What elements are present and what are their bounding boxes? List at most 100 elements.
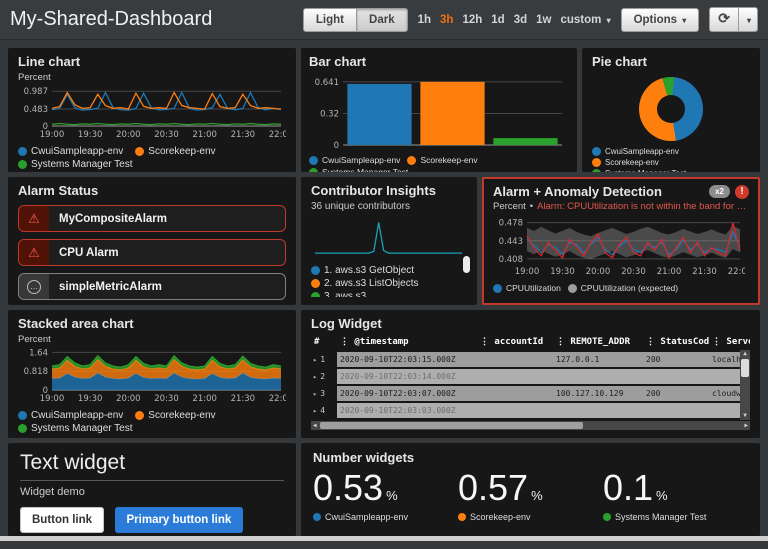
log-row-cells: 2020-09-10T22:03:15.000Z127.0.0.1200loca…	[337, 352, 750, 367]
theme-light-button[interactable]: Light	[303, 8, 357, 32]
legend-item[interactable]: Systems Manager Test	[309, 167, 408, 172]
log-row[interactable]: ▸22020-09-10T22:03:14.000Z	[311, 369, 750, 384]
scroll-left-icon[interactable]: ◀	[311, 422, 319, 429]
range-3h[interactable]: 3h	[440, 14, 453, 26]
svg-text:21:30: 21:30	[231, 130, 256, 139]
log-cell: 2020-09-10T22:03:15.000Z	[337, 355, 477, 364]
legend-dot	[603, 513, 611, 521]
log-row[interactable]: ▸12020-09-10T22:03:15.000Z127.0.0.1200lo…	[311, 352, 750, 367]
legend-item[interactable]: CwuiSampleapp-env	[592, 147, 679, 156]
legend-dot	[592, 158, 601, 167]
legend-item[interactable]: Systems Manager Test	[592, 169, 686, 172]
vertical-scrollbar-thumb[interactable]	[741, 359, 749, 377]
chart-legend: CwuiSampleapp-env Scorekeep-env Systems Ma…	[309, 155, 569, 172]
primary-button-link[interactable]: Primary button link	[115, 507, 244, 533]
chevron-down-icon: ▾	[747, 16, 751, 25]
alarm-row-simple-metric[interactable]: … simpleMetricAlarm	[18, 273, 286, 300]
metric-label: CwuiSampleapp-env	[325, 512, 408, 522]
expand-row-icon[interactable]: ▸	[313, 356, 317, 364]
row-number: 1	[320, 355, 325, 364]
options-label: Options	[634, 14, 677, 26]
chart-legend: CwuiSampleapp-env Scorekeep-envSystems Ma…	[18, 410, 286, 434]
row-index[interactable]: ▸1	[311, 352, 337, 367]
range-1d[interactable]: 1d	[491, 14, 504, 26]
legend-item[interactable]: CPUUtilization (expected)	[568, 283, 678, 293]
legend-item[interactable]: Scorekeep-env	[135, 410, 215, 421]
horizontal-scrollbar-thumb[interactable]	[320, 422, 583, 429]
options-button[interactable]: Options ▾	[621, 8, 700, 32]
refresh-options-button[interactable]: ▾	[738, 7, 758, 32]
column-header-timestamp[interactable]: ⋮ @timestamp	[337, 337, 477, 347]
scroll-down-icon[interactable]: ▼	[743, 412, 747, 420]
dashboard-row-3: Stacked area chart Percent 00.8181.6419:…	[8, 310, 760, 438]
legend-label: Systems Manager Test	[605, 169, 686, 172]
legend-scrollbar-thumb[interactable]	[463, 256, 470, 273]
theme-dark-button[interactable]: Dark	[356, 8, 408, 32]
svg-text:0.408: 0.408	[499, 255, 523, 265]
metric-legend: Systems Manager Test	[603, 512, 748, 522]
legend-item[interactable]: Scorekeep-env	[135, 146, 215, 157]
legend-item[interactable]: CPUUtilization	[493, 283, 561, 293]
log-row-cells: 2020-09-10T22:03:14.000Z	[337, 369, 750, 384]
column-header-accountid[interactable]: ⋮ accountId	[477, 337, 553, 347]
svg-text:20:00: 20:00	[116, 394, 141, 403]
metric-unit: %	[531, 488, 543, 503]
legend-item[interactable]: Systems Manager Test	[18, 159, 133, 170]
legend-item[interactable]: CwuiSampleapp-env	[18, 146, 123, 157]
button-link[interactable]: Button link	[20, 507, 104, 533]
vertical-scrollbar[interactable]: ▲ ▼	[740, 350, 750, 420]
svg-text:21:00: 21:00	[657, 267, 682, 276]
svg-text:0.641: 0.641	[315, 78, 339, 88]
range-1w[interactable]: 1w	[536, 14, 551, 26]
range-12h[interactable]: 12h	[462, 14, 482, 26]
line-chart-canvas[interactable]: 00.4830.98719:0019:3020:0020:3021:0021:3…	[18, 85, 286, 139]
refresh-button[interactable]: ⟳	[709, 7, 739, 32]
alarm-row-cpu[interactable]: ⚠ CPU Alarm	[18, 239, 286, 266]
expand-row-icon[interactable]: ▸	[313, 407, 317, 415]
scroll-up-icon[interactable]: ▲	[743, 350, 747, 358]
svg-text:19:00: 19:00	[40, 394, 65, 403]
scroll-right-icon[interactable]: ▶	[742, 422, 750, 429]
range-1h[interactable]: 1h	[418, 14, 431, 26]
alarm-row-composite[interactable]: ⚠ MyCompositeAlarm	[18, 205, 286, 232]
svg-text:19:30: 19:30	[78, 394, 103, 403]
row-index[interactable]: ▸2	[311, 369, 337, 384]
legend-label: CwuiSampleapp-env	[31, 410, 123, 421]
bar-chart-canvas[interactable]: 00.320.641	[309, 72, 567, 148]
legend-dot	[309, 156, 318, 165]
legend-item[interactable]: 2. aws.s3 ListObjects	[311, 277, 467, 290]
log-row[interactable]: ▸42020-09-10T22:03:03.000Z	[311, 403, 750, 418]
stacked-area-canvas[interactable]: 00.8181.6419:0019:3020:0020:3021:0021:30…	[18, 347, 286, 403]
column-header-servername[interactable]: ⋮ ServerName	[709, 337, 750, 347]
legend-item[interactable]: Scorekeep-env	[592, 158, 659, 167]
legend-item[interactable]: Systems Manager Test	[18, 423, 133, 434]
legend-item[interactable]: Scorekeep-env	[407, 155, 477, 165]
legend-item[interactable]: CwuiSampleapp-env	[18, 410, 123, 421]
line-chart-widget: Line chart Percent 00.4830.98719:0019:30…	[8, 48, 296, 172]
legend-item[interactable]: CwuiSampleapp-env	[309, 155, 400, 165]
legend-dot	[18, 424, 27, 433]
range-3d[interactable]: 3d	[514, 14, 527, 26]
widget-title: Alarm + Anomaly Detection	[493, 184, 704, 199]
contributor-chart-canvas[interactable]	[311, 215, 467, 257]
anomaly-chart-canvas[interactable]: 0.4080.4430.47819:0019:3020:0020:3021:00…	[493, 214, 745, 276]
horizontal-scrollbar[interactable]: ◀ ▶	[311, 421, 750, 430]
expand-row-icon[interactable]: ▸	[313, 390, 317, 398]
range-custom[interactable]: custom ▾	[560, 14, 610, 26]
column-header-remoteaddr[interactable]: ⋮ REMOTE_ADDR	[553, 337, 643, 347]
pie-chart-canvas[interactable]	[639, 77, 703, 141]
alarm-message: Alarm: CPUUtilization is not within the …	[537, 201, 749, 212]
row-index[interactable]: ▸3	[311, 386, 337, 401]
contributor-legend: 1. aws.s3 GetObject2. aws.s3 ListObjects…	[311, 264, 467, 297]
column-header-statuscode[interactable]: ⋮ StatusCode	[643, 337, 709, 347]
column-header-[interactable]: #	[311, 337, 337, 347]
log-row[interactable]: ▸32020-09-10T22:03:07.000Z100.127.10.129…	[311, 386, 750, 401]
legend-item[interactable]: 3. aws.s3 …	[311, 290, 467, 297]
legend-label: CwuiSampleapp-env	[605, 147, 679, 156]
svg-text:20:30: 20:30	[154, 394, 179, 403]
svg-text:0.483: 0.483	[24, 105, 48, 115]
legend-item[interactable]: 1. aws.s3 GetObject	[311, 264, 467, 277]
expand-row-icon[interactable]: ▸	[313, 373, 317, 381]
number-widget: 0.53% CwuiSampleapp-env	[313, 468, 458, 522]
row-index[interactable]: ▸4	[311, 403, 337, 418]
